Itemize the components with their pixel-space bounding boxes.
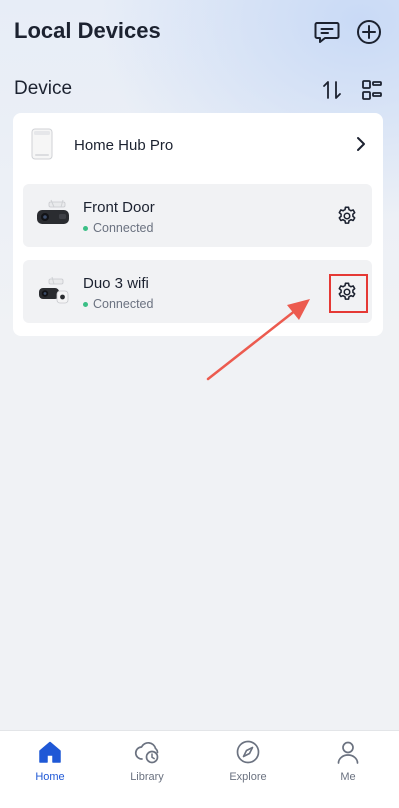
tab-label: Explore <box>229 771 267 783</box>
status-text: Connected <box>93 297 154 311</box>
device-status: Connected <box>83 297 153 311</box>
message-button[interactable] <box>313 18 341 46</box>
device-row-duo-3-wifi[interactable]: Duo 3 wifi Connected <box>23 260 372 323</box>
device-card: Home Hub Pro Front Door Connected Duo 3 … <box>13 113 383 336</box>
grid-view-button[interactable] <box>360 78 384 102</box>
tab-bar: Home Library Explore Me <box>0 730 399 808</box>
person-icon <box>337 741 359 764</box>
section-title: Device <box>14 78 73 99</box>
add-device-button[interactable] <box>355 18 383 46</box>
device-status: Connected <box>83 221 153 235</box>
camera-device-image <box>39 276 69 304</box>
header: Local Devices <box>0 0 399 70</box>
sort-icon <box>323 81 341 99</box>
grid-view-icon <box>362 80 382 100</box>
settings-gear-icon[interactable] <box>336 205 358 227</box>
message-icon <box>314 22 340 43</box>
hub-row[interactable]: Home Hub Pro <box>13 113 383 175</box>
home-icon <box>39 741 61 763</box>
tab-label: Library <box>130 771 164 783</box>
highlight-box <box>329 274 368 313</box>
tab-label: Me <box>340 771 356 783</box>
add-circle-icon <box>357 20 381 44</box>
tab-label: Home <box>35 771 65 783</box>
status-dot <box>83 301 88 307</box>
device-row-front-door[interactable]: Front Door Connected <box>23 184 372 247</box>
compass-icon <box>236 740 260 764</box>
sort-button[interactable] <box>320 78 344 102</box>
cloud-clock-icon <box>134 741 159 764</box>
tab-me[interactable]: Me <box>298 731 398 808</box>
hub-device-image <box>31 128 53 160</box>
page-title: Local Devices <box>14 18 161 43</box>
tab-library[interactable]: Library <box>97 731 197 808</box>
tab-home[interactable]: Home <box>0 731 100 808</box>
device-name: Front Door <box>83 199 155 216</box>
chevron-right-icon <box>357 137 365 151</box>
device-name: Duo 3 wifi <box>83 275 149 292</box>
tab-explore[interactable]: Explore <box>198 731 298 808</box>
camera-device-image <box>37 199 69 224</box>
status-dot <box>83 225 88 231</box>
hub-name: Home Hub Pro <box>74 137 174 154</box>
status-text: Connected <box>93 221 154 235</box>
